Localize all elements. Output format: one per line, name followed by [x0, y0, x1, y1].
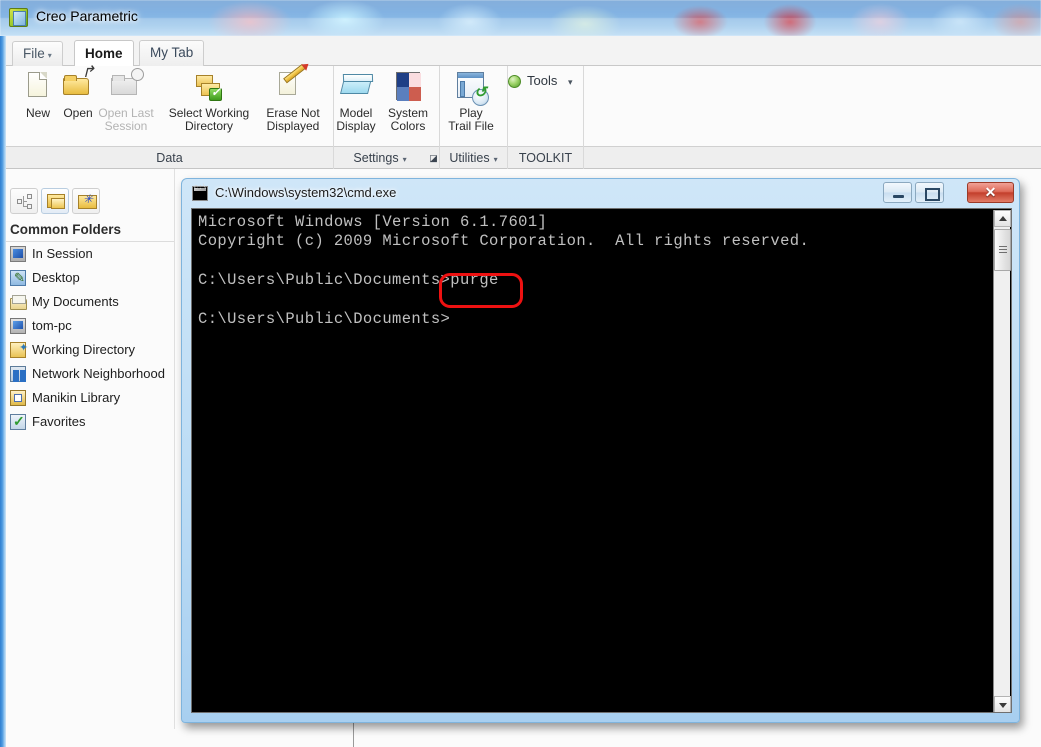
in-session-icon — [10, 246, 26, 262]
play-trail-file-button[interactable]: Play Trail File — [440, 70, 502, 133]
erase-not-displayed-icon — [273, 63, 313, 104]
ribbon-tabstrip: File ▾ Home My Tab — [6, 36, 1041, 67]
close-button[interactable] — [967, 182, 1014, 203]
panel-splitter-line — [353, 722, 354, 747]
ribbon-group-utilities-label[interactable]: Utilities ▾ — [440, 150, 507, 168]
scroll-up-arrow[interactable] — [994, 210, 1011, 227]
my-documents-icon — [10, 294, 27, 310]
sidebar-item-label: Network Neighborhood — [32, 366, 165, 381]
group-settings-text: Settings — [353, 151, 399, 165]
model-display-icon — [339, 70, 373, 104]
group-toolkit-text: TOOLKIT — [518, 151, 573, 165]
navigator-right-border — [174, 169, 175, 729]
folder-browser-button[interactable] — [41, 188, 69, 214]
minimize-button[interactable] — [883, 182, 912, 203]
sidebar-item-label: tom-pc — [32, 318, 72, 333]
open-folder-icon — [61, 66, 95, 104]
tools-orb-icon — [508, 75, 521, 88]
erase-not-displayed-button[interactable]: Erase Not Displayed — [255, 63, 331, 133]
cmd-console-icon — [192, 184, 208, 201]
tab-file[interactable]: File ▾ — [12, 41, 63, 66]
erase-not-displayed-label-2: Displayed — [266, 119, 320, 133]
chevron-down-icon: ▾ — [567, 77, 573, 87]
tools-button[interactable]: Tools ▾ — [508, 72, 573, 90]
sidebar-item-in-session[interactable]: In Session — [10, 244, 178, 264]
model-display-label-2: Display — [336, 119, 376, 133]
cmd-console-area[interactable]: Microsoft Windows [Version 6.1.7601] Cop… — [191, 208, 1012, 713]
sidebar-item-label: Desktop — [32, 270, 80, 285]
scroll-thumb[interactable] — [994, 229, 1011, 271]
select-working-directory-label-2: Directory — [184, 119, 233, 133]
navigator-header: Common Folders — [10, 222, 122, 237]
ribbon-group-toolkit-label: TOOLKIT — [508, 150, 583, 168]
creo-app-icon — [9, 8, 28, 27]
group-separator-toolkit — [583, 66, 584, 169]
open-last-session-button[interactable]: Open Last Session — [91, 68, 161, 133]
cmd-window-title: C:\Windows\system32\cmd.exe — [215, 185, 397, 200]
cmd-scrollbar[interactable] — [993, 210, 1011, 712]
cmd-titlebar[interactable]: C:\Windows\system32\cmd.exe — [182, 179, 1019, 208]
sidebar-item-label: Manikin Library — [32, 390, 121, 405]
scroll-down-arrow[interactable] — [994, 696, 1011, 712]
tab-home-label: Home — [85, 46, 123, 61]
system-colors-icon — [391, 70, 425, 104]
tab-home[interactable]: Home — [74, 40, 134, 67]
maximize-button[interactable] — [915, 182, 944, 203]
app-window-title: Creo Parametric — [36, 8, 138, 24]
sidebar-item-label: My Documents — [32, 294, 119, 309]
screen: Creo Parametric File▾ Home My Tab New Op… — [0, 0, 1041, 747]
sidebar-item-label: In Session — [32, 246, 93, 261]
cmd-window[interactable]: C:\Windows\system32\cmd.exe Microsoft Wi… — [181, 178, 1020, 723]
navigator-divider — [6, 241, 174, 242]
model-tree-button[interactable] — [10, 188, 38, 214]
ribbon-group-data-label: Data — [6, 150, 333, 168]
settings-dialog-launcher[interactable]: ◪ — [428, 153, 439, 164]
tab-my-tab[interactable]: My Tab — [139, 40, 205, 66]
group-data-text: Data — [156, 151, 183, 165]
sidebar-item-network-neighborhood[interactable]: Network Neighborhood — [10, 364, 178, 384]
system-colors-label-2: Colors — [390, 119, 426, 133]
chevron-down-icon: ▾ — [47, 51, 52, 60]
cmd-console-text: Microsoft Windows [Version 6.1.7601] Cop… — [198, 213, 810, 329]
system-colors-button[interactable]: System Colors — [382, 70, 434, 133]
tools-button-label: Tools — [527, 73, 558, 88]
favorites-button[interactable] — [72, 188, 100, 214]
ribbon-group-settings-label[interactable]: Settings ▾ — [334, 150, 426, 168]
group-utilities-text: Utilities — [449, 151, 490, 165]
open-last-session-label-2: Session — [104, 119, 148, 133]
manikin-library-icon — [10, 390, 26, 406]
working-directory-icon — [10, 338, 28, 358]
sidebar-item-label: Favorites — [32, 414, 86, 429]
sidebar-item-tom-pc[interactable]: tom-pc — [10, 316, 178, 336]
model-display-button[interactable]: Model Display — [335, 70, 377, 133]
sidebar-item-desktop[interactable]: Desktop — [10, 268, 178, 288]
favorites-icon — [10, 411, 26, 431]
sidebar-item-working-directory[interactable]: Working Directory — [10, 338, 178, 360]
chevron-down-icon: ▾ — [493, 155, 498, 164]
sidebar-item-label: Working Directory — [32, 342, 136, 357]
tab-file-label: File — [23, 46, 45, 61]
sidebar-item-favorites[interactable]: Favorites — [10, 411, 178, 432]
computer-icon — [10, 318, 26, 334]
network-icon — [10, 366, 26, 382]
model-tree-icon — [17, 194, 33, 210]
sidebar-item-manikin-library[interactable]: Manikin Library — [10, 388, 178, 408]
select-working-directory-icon — [192, 70, 226, 104]
sidebar-item-my-documents[interactable]: My Documents — [10, 292, 178, 312]
play-trail-file-icon — [454, 70, 489, 106]
play-trail-file-label-2: Trail File — [448, 119, 494, 133]
tab-my-tab-label: My Tab — [150, 45, 194, 60]
desktop-icon — [10, 268, 26, 288]
app-titlebar — [0, 0, 1041, 36]
chevron-down-icon: ▾ — [402, 155, 407, 164]
open-last-session-icon — [109, 68, 144, 104]
select-working-directory-button[interactable]: Select Working Directory — [156, 70, 262, 133]
